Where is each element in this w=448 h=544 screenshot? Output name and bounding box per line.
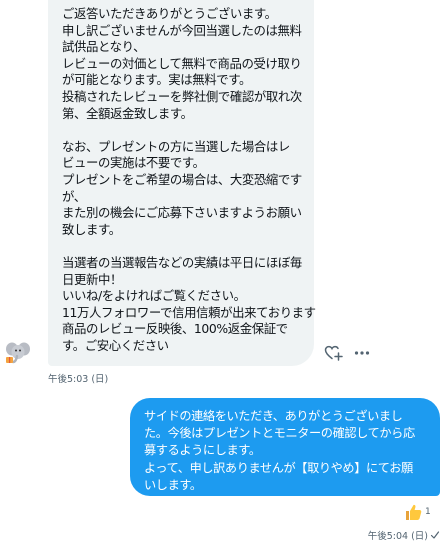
message-line: レビューの対価として無料で商品の受け取り	[62, 55, 302, 71]
message-line: 11万人フォロワーで信用信頼が出来ております	[62, 304, 316, 320]
message-line: す。ご安心ください	[62, 337, 169, 353]
read-checkmark-icon	[430, 531, 440, 539]
message-line: た。今後はプレゼントとモニターの確認してから応	[144, 426, 415, 441]
message-line: なお、プレゼントの方に当選した場合はレ	[62, 138, 290, 154]
outgoing-message-bubble: サイドの連絡をいただき、ありがとうございまし た。今後はプレゼントとモニターの確認…	[130, 398, 440, 496]
incoming-message-bubble: ご返答いただきありがとうございます。 申し訳ございませんが今回当選したのは無料 試供…	[48, 0, 316, 366]
message-paragraph-gap	[62, 238, 304, 255]
message-line: 致します。	[62, 221, 121, 237]
message-line: いいね/をよければご覧ください。	[62, 288, 246, 304]
reaction-count: 1	[425, 507, 431, 517]
message-line: が、	[62, 188, 86, 204]
outgoing-timestamp: 午後5:04 (日)	[367, 531, 428, 542]
message-line: 募するようにします。	[144, 443, 261, 458]
reaction-badge[interactable]: 1	[403, 501, 437, 523]
message-line: ビューの実施は不要です。	[62, 155, 205, 171]
elephant-avatar-icon	[4, 338, 32, 366]
message-line: プレゼントをご希望の場合は、大変恐縮です	[62, 171, 302, 187]
message-line: 第、全額返金致します。	[62, 105, 193, 121]
message-line: 日更新中！	[62, 271, 122, 287]
outgoing-timestamp-row: 午後5:04 (日)	[368, 528, 440, 542]
add-reaction-icon[interactable]	[323, 343, 343, 363]
incoming-timestamp: 午後5:03 (日)	[48, 374, 109, 385]
message-line: が可能となります。実は無料です。	[62, 72, 251, 88]
message-line: また別の機会にご応募下さいますようお願い	[62, 205, 302, 221]
message-line: 投稿されたレビューを弊社側で確認が取れ次	[62, 88, 302, 104]
message-paragraph-gap	[62, 122, 304, 139]
message-line: 試供品となり、	[62, 39, 146, 55]
message-line: ご返答いただきありがとうございます。	[62, 6, 277, 21]
message-line: 商品のレビュー反映後、100%返金保証で	[62, 321, 288, 337]
thumbs-up-icon	[406, 504, 422, 520]
message-line: よって、申し訳ありませんが【取りやめ】にてお願	[144, 460, 413, 475]
more-options-icon[interactable]	[352, 343, 372, 363]
sender-avatar[interactable]	[4, 338, 32, 366]
message-line: 当選者の当選報告などの実績は平日にほぼ毎	[62, 254, 302, 270]
message-line: いします。	[144, 477, 202, 492]
message-line: サイドの連絡をいただき、ありがとうございまし	[144, 409, 403, 423]
message-line: 申し訳ございませんが今回当選したのは無料	[62, 22, 302, 38]
